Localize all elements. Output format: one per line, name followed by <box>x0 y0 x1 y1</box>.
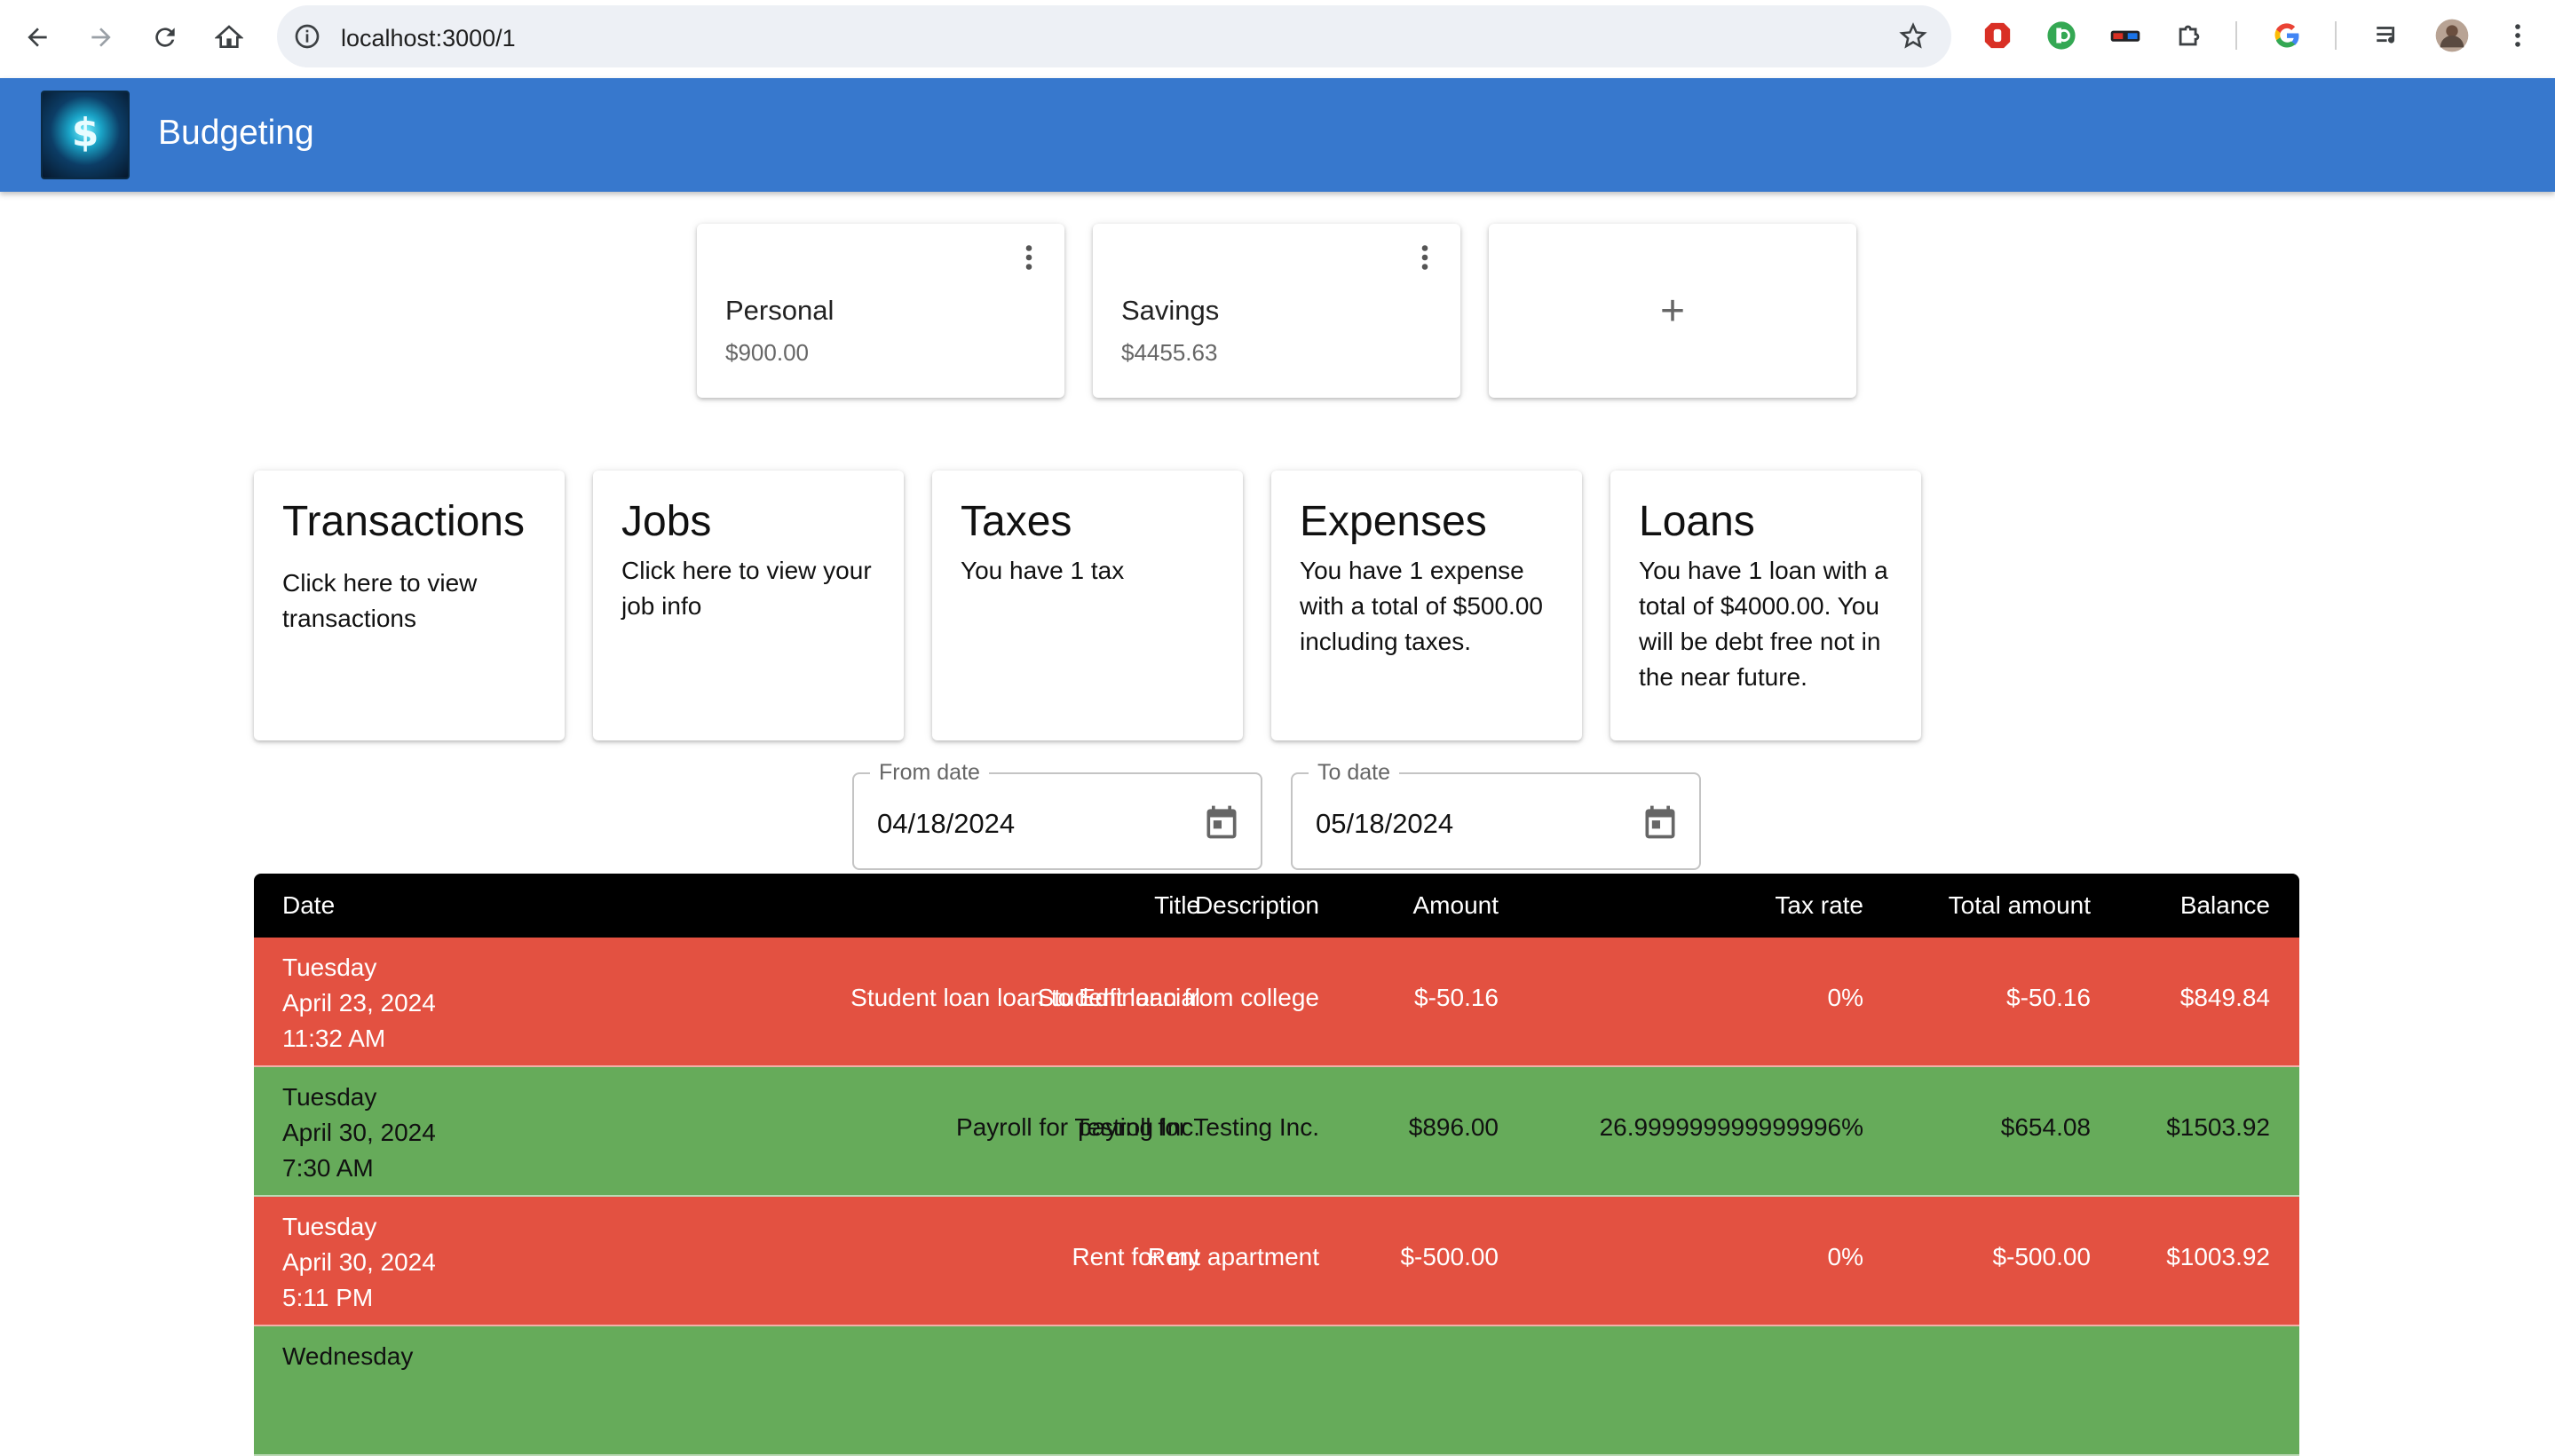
row-amount: $-500.00 <box>1400 1243 1499 1270</box>
media-queue-icon[interactable] <box>2370 18 2406 53</box>
card-text: You have 1 tax <box>961 556 1125 584</box>
expenses-card[interactable]: Expenses You have 1 expense with a total… <box>1271 471 1582 740</box>
row-day: Tuesday <box>282 1213 377 1240</box>
row-amount: $-50.16 <box>1414 984 1499 1011</box>
row-date-text: April 23, 2024 <box>282 989 436 1017</box>
loans-card[interactable]: Loans You have 1 loan with a total of $4… <box>1610 471 1921 740</box>
row-time: 5:11 PM <box>282 1284 374 1311</box>
card-text: Click here to view your job info <box>621 556 872 620</box>
to-date-field[interactable]: To date 05/18/2024 <box>1291 760 1701 870</box>
card-title: Loans <box>1639 498 1755 545</box>
kebab-menu-icon[interactable] <box>1409 241 1441 273</box>
table-row[interactable]: Wednesday <box>254 1326 2299 1456</box>
account-name: Personal <box>725 295 835 326</box>
card-title: Expenses <box>1300 498 1487 545</box>
row-amount: $896.00 <box>1408 1113 1499 1141</box>
table-row[interactable]: Tuesday April 23, 2024 11:32 AM Student … <box>254 938 2299 1067</box>
back-arrow-icon[interactable] <box>18 18 57 57</box>
row-day: Tuesday <box>282 1083 377 1111</box>
toolbar-divider <box>2335 21 2337 50</box>
table-row[interactable]: Tuesday April 30, 2024 5:11 PM Rent Rent… <box>254 1197 2299 1326</box>
header-tax-rate: Tax rate <box>1775 891 1863 919</box>
plus-icon: + <box>1659 287 1686 335</box>
row-day: Wednesday <box>282 1342 414 1370</box>
kebab-menu-icon[interactable] <box>1013 241 1045 273</box>
calendar-icon[interactable] <box>1202 803 1241 842</box>
toolbar-divider <box>2235 21 2237 50</box>
header-balance: Balance <box>2179 891 2270 919</box>
card-title: Taxes <box>961 498 1072 545</box>
table-header: Date Title Description Amount Tax rate T… <box>254 874 2299 938</box>
header-date: Date <box>282 891 336 919</box>
card-text: You have 1 expense with a total of $500.… <box>1300 556 1543 655</box>
reload-icon[interactable] <box>146 18 185 57</box>
header-total-amount: Total amount <box>1948 891 2091 919</box>
header-title: Title <box>1154 891 1200 919</box>
more-menu-icon[interactable] <box>2500 18 2535 53</box>
calendar-icon[interactable] <box>1641 803 1680 842</box>
jobs-card[interactable]: Jobs Click here to view your job info <box>593 471 904 740</box>
row-date: Tuesday April 30, 2024 7:30 AM <box>282 1080 436 1186</box>
account-card-personal[interactable]: Personal $900.00 <box>697 224 1064 398</box>
card-title: Jobs <box>621 498 712 545</box>
forward-arrow-icon[interactable] <box>82 18 121 57</box>
row-total: $654.08 <box>2000 1113 2091 1141</box>
row-time: 7:30 AM <box>282 1154 374 1182</box>
add-account-button[interactable]: + <box>1489 224 1856 398</box>
row-date-text: April 30, 2024 <box>282 1248 436 1276</box>
app-title: Budgeting <box>158 114 314 152</box>
site-info-icon[interactable] <box>293 22 321 51</box>
url-text[interactable]: localhost:3000/1 <box>341 25 516 52</box>
address-bar[interactable]: localhost:3000/1 <box>277 5 1951 67</box>
account-balance: $4455.63 <box>1121 339 1218 366</box>
from-date-label: From date <box>870 760 989 786</box>
row-total: $-500.00 <box>1992 1243 2091 1270</box>
row-balance: $1003.92 <box>2166 1243 2270 1270</box>
row-description: payroll for Testing Inc. <box>1078 1113 1319 1141</box>
row-time: 11:32 AM <box>282 1025 386 1052</box>
row-date-text: April 30, 2024 <box>282 1119 436 1146</box>
card-title: Transactions <box>282 498 525 545</box>
green-extension-icon[interactable] <box>2044 18 2079 53</box>
row-date: Tuesday April 23, 2024 11:32 AM <box>282 950 436 1056</box>
google-icon[interactable] <box>2269 18 2305 53</box>
account-balance: $900.00 <box>725 339 809 366</box>
from-date-value[interactable]: 04/18/2024 <box>877 808 1015 840</box>
home-icon[interactable] <box>210 18 249 57</box>
header-description: Description <box>1194 891 1319 919</box>
row-tax-rate: 26.999999999999996% <box>1599 1113 1863 1141</box>
to-date-value[interactable]: 05/18/2024 <box>1316 808 1453 840</box>
card-text: Click here to view transactions <box>282 568 478 632</box>
row-tax-rate: 0% <box>1827 984 1863 1011</box>
3d-glasses-extension-icon[interactable] <box>2108 18 2143 53</box>
card-text: You have 1 loan with a total of $4000.00… <box>1639 556 1888 691</box>
row-description: Student loan from college <box>1037 984 1319 1011</box>
row-description: Rent for my apartment <box>1072 1243 1319 1270</box>
app-logo: $ <box>41 91 130 179</box>
account-card-savings[interactable]: Savings $4455.63 <box>1093 224 1460 398</box>
adblock-extension-icon[interactable] <box>1980 18 2015 53</box>
transactions-card[interactable]: Transactions Click here to view transact… <box>254 471 565 740</box>
row-balance: $1503.92 <box>2166 1113 2270 1141</box>
taxes-card[interactable]: Taxes You have 1 tax <box>932 471 1243 740</box>
bookmark-star-icon[interactable] <box>1898 21 1928 51</box>
puzzle-extensions-icon[interactable] <box>2171 18 2207 53</box>
row-date: Wednesday <box>282 1339 413 1374</box>
row-balance: $849.84 <box>2179 984 2270 1011</box>
row-tax-rate: 0% <box>1827 1243 1863 1270</box>
header-amount: Amount <box>1412 891 1499 919</box>
from-date-field[interactable]: From date 04/18/2024 <box>852 760 1262 870</box>
row-total: $-50.16 <box>2006 984 2091 1011</box>
transactions-table: Date Title Description Amount Tax rate T… <box>254 874 2299 1456</box>
table-row[interactable]: Tuesday April 30, 2024 7:30 AM Payroll f… <box>254 1067 2299 1197</box>
row-date: Tuesday April 30, 2024 5:11 PM <box>282 1209 436 1316</box>
to-date-label: To date <box>1309 760 1400 786</box>
row-day: Tuesday <box>282 954 377 981</box>
profile-avatar-icon[interactable] <box>2434 18 2470 53</box>
account-name: Savings <box>1121 295 1220 326</box>
app-header: $ Budgeting <box>0 78 2555 192</box>
browser-toolbar: localhost:3000/1 <box>0 0 2555 78</box>
